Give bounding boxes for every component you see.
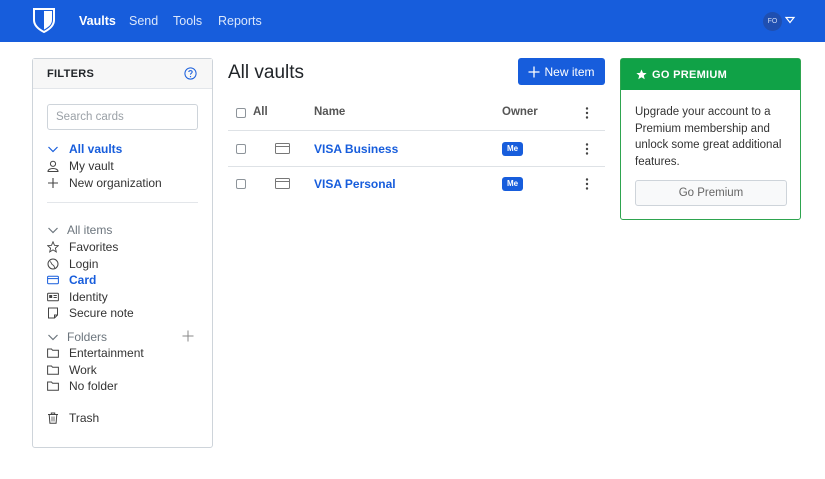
folder-icon	[47, 381, 59, 391]
table-header-border	[228, 130, 605, 131]
filter-folder-work[interactable]: Work	[47, 362, 97, 378]
filter-my-vault-label: My vault	[69, 159, 114, 173]
plus-icon	[528, 66, 540, 77]
item-name-link[interactable]: VISA Business	[314, 142, 398, 156]
go-premium-button[interactable]: Go Premium	[635, 180, 787, 206]
filter-favorites-label: Favorites	[69, 240, 119, 254]
search-cards-input[interactable]	[47, 104, 198, 130]
go-premium-card: GO PREMIUM Upgrade your account to a Pre…	[620, 58, 801, 220]
column-header-name[interactable]: Name	[314, 106, 345, 118]
column-header-all: All	[253, 106, 268, 118]
item-name-link[interactable]: VISA Personal	[314, 177, 396, 191]
column-header-owner[interactable]: Owner	[502, 106, 538, 118]
filter-folder-entertainment[interactable]: Entertainment	[47, 345, 144, 361]
chevron-down-icon	[48, 334, 58, 341]
folder-icon	[47, 365, 59, 375]
credit-card-icon	[275, 178, 290, 189]
filter-all-items-label: All items	[67, 223, 113, 237]
owner-badge: Me	[502, 177, 523, 191]
new-item-label: New item	[544, 64, 595, 79]
filter-folder-work-label: Work	[69, 363, 97, 377]
filter-all-vaults[interactable]: All vaults	[47, 141, 122, 157]
filter-trash[interactable]: Trash	[47, 410, 99, 426]
nav-tools[interactable]: Tools	[173, 14, 202, 28]
row-checkbox[interactable]	[236, 179, 246, 189]
filter-my-vault[interactable]: My vault	[47, 158, 114, 174]
credit-card-icon	[47, 275, 59, 285]
filters-header: FILTERS	[33, 59, 212, 89]
sticky-note-icon	[48, 307, 58, 319]
new-item-button[interactable]: New item	[518, 58, 605, 85]
chevron-down-icon	[48, 227, 58, 234]
filter-new-organization[interactable]: New organization	[47, 175, 162, 191]
chevron-down-icon	[48, 146, 58, 153]
filter-no-folder-label: No folder	[69, 379, 118, 393]
filter-folders-label: Folders	[67, 330, 108, 344]
plus-icon	[48, 178, 58, 188]
row-divider	[228, 166, 605, 167]
filter-secure-note-label: Secure note	[69, 306, 134, 320]
folder-icon	[47, 348, 59, 358]
star-icon	[636, 69, 647, 80]
filter-login-label: Login	[69, 257, 99, 271]
help-icon[interactable]	[184, 67, 197, 80]
owner-badge: Me	[502, 142, 523, 156]
row-actions-menu-icon[interactable]	[585, 178, 589, 190]
credit-card-icon	[275, 143, 290, 154]
filters-title: FILTERS	[47, 68, 95, 80]
filter-folders[interactable]: Folders	[47, 329, 107, 345]
nav-reports[interactable]: Reports	[218, 14, 262, 28]
select-all-checkbox[interactable]	[236, 108, 246, 118]
go-premium-title: GO PREMIUM	[652, 69, 728, 81]
filter-identity[interactable]: Identity	[47, 289, 108, 305]
add-folder-plus-icon[interactable]	[182, 330, 194, 342]
bulk-actions-menu-icon[interactable]	[585, 107, 589, 119]
trash-icon	[48, 412, 58, 424]
page-title: All vaults	[228, 62, 305, 83]
id-card-icon	[47, 292, 59, 302]
filter-folder-entertainment-label: Entertainment	[69, 346, 144, 360]
filter-all-items[interactable]: All items	[47, 222, 112, 238]
filter-identity-label: Identity	[69, 290, 108, 304]
account-avatar[interactable]: FO	[763, 12, 782, 31]
nav-vaults[interactable]: Vaults	[79, 14, 116, 28]
filter-trash-label: Trash	[69, 411, 100, 425]
filter-card-label: Card	[69, 273, 97, 287]
user-icon	[47, 160, 59, 172]
go-premium-header: GO PREMIUM	[621, 59, 800, 90]
filter-all-vaults-label: All vaults	[69, 142, 123, 156]
filter-secure-note[interactable]: Secure note	[47, 305, 134, 321]
globe-icon	[47, 258, 59, 270]
filter-no-folder[interactable]: No folder	[47, 378, 118, 394]
top-navbar: Vaults Send Tools Reports FO	[0, 0, 825, 42]
go-premium-description: Upgrade your account to a Premium member…	[635, 106, 782, 168]
bitwarden-logo-icon[interactable]	[33, 8, 55, 33]
filters-divider	[47, 202, 198, 203]
row-actions-menu-icon[interactable]	[585, 143, 589, 155]
row-checkbox[interactable]	[236, 144, 246, 154]
filters-panel: FILTERS All vaults My vault New organiza…	[32, 58, 213, 448]
filter-new-organization-label: New organization	[69, 176, 162, 190]
chevron-down-icon[interactable]	[784, 14, 796, 26]
star-icon	[47, 241, 59, 253]
filter-favorites[interactable]: Favorites	[47, 239, 118, 255]
filter-login[interactable]: Login	[47, 256, 98, 272]
filter-card[interactable]: Card	[47, 272, 96, 288]
nav-send[interactable]: Send	[129, 14, 158, 28]
